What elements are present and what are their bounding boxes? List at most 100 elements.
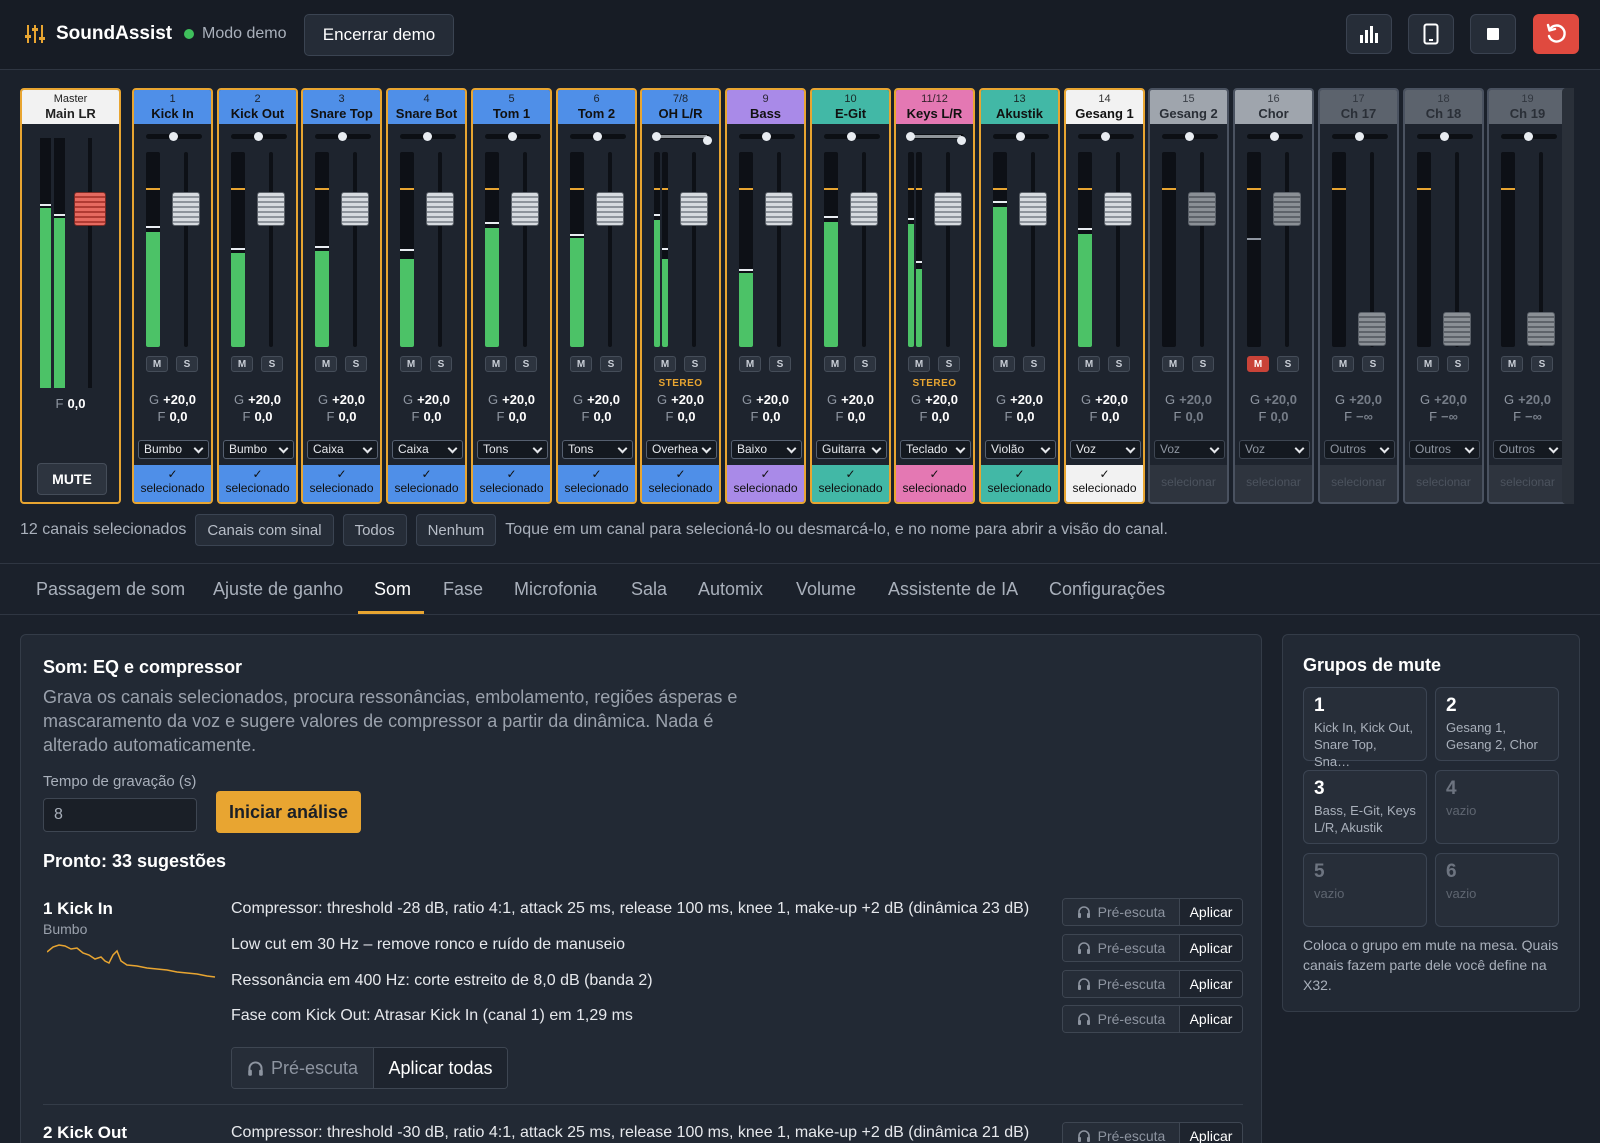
channel-strip[interactable]: 4 Snare Bot M S G +20,0 F 0,0 Caixa ✓ selec… — [386, 88, 467, 504]
tab-automix[interactable]: Automix — [698, 564, 763, 614]
tab-passagem-de-som[interactable]: Passagem de som — [36, 564, 185, 614]
channel-header[interactable]: 2 Kick Out — [219, 90, 296, 124]
solo-button[interactable]: S — [515, 356, 537, 372]
start-analysis-button[interactable]: Iniciar análise — [216, 791, 361, 833]
channel-header[interactable]: 11/12 Keys L/R — [896, 90, 973, 124]
solo-button[interactable]: S — [769, 356, 791, 372]
solo-button[interactable]: S — [1108, 356, 1130, 372]
category-select[interactable]: Outros — [1409, 440, 1480, 459]
tab-som[interactable]: Som — [358, 564, 424, 614]
prelisten-button[interactable]: Pré-escuta — [1063, 899, 1180, 925]
pan-control[interactable] — [231, 132, 287, 141]
tab-volume[interactable]: Volume — [796, 564, 856, 614]
tab-fase[interactable]: Fase — [443, 564, 483, 614]
solo-button[interactable]: S — [1192, 356, 1214, 372]
master-fader-cap[interactable] — [74, 192, 106, 226]
selected-toggle[interactable]: ✓ selecionado — [642, 465, 719, 502]
channel-strip[interactable]: 10 E-Git M S G +20,0 F 0,0 Guitarra ✓ selec… — [810, 88, 891, 504]
select-toggle[interactable]: selecionar — [1405, 465, 1482, 502]
channel-strip[interactable]: 9 Bass M S G +20,0 F 0,0 Baixo ✓ selecionad… — [725, 88, 806, 504]
prelisten-button[interactable]: Pré-escuta — [1063, 971, 1180, 997]
fader-cap[interactable] — [596, 192, 624, 226]
selected-toggle[interactable]: ✓ selecionado — [388, 465, 465, 502]
selected-toggle[interactable]: ✓ selecionado — [558, 465, 635, 502]
pan-control[interactable] — [1162, 132, 1218, 141]
category-select[interactable]: Overhea — [646, 440, 717, 459]
master-mute-button[interactable]: MUTE — [37, 463, 107, 495]
category-select[interactable]: Bumbo — [138, 440, 209, 459]
selected-toggle[interactable]: ✓ selecionado — [1066, 465, 1143, 502]
category-select[interactable]: Baixo — [731, 440, 802, 459]
channel-header[interactable]: 4 Snare Bot — [388, 90, 465, 124]
fader-cap[interactable] — [765, 192, 793, 226]
channel-header[interactable]: 13 Akustik — [981, 90, 1058, 124]
meters-button[interactable] — [1346, 14, 1392, 54]
solo-button[interactable]: S — [600, 356, 622, 372]
mute-group-6[interactable]: 6 vazio — [1435, 853, 1559, 927]
channel-header[interactable]: 5 Tom 1 — [473, 90, 550, 124]
solo-button[interactable]: S — [1277, 356, 1299, 372]
channel-header[interactable]: 1 Kick In — [134, 90, 211, 124]
solo-button[interactable]: S — [1023, 356, 1045, 372]
category-select[interactable]: Tons — [477, 440, 548, 459]
pan-control[interactable] — [1417, 132, 1473, 141]
tab-configuracoes[interactable]: Configurações — [1049, 564, 1165, 614]
master-strip[interactable]: Master Main LR F 0,0 MUTE — [20, 88, 121, 504]
pan-control[interactable] — [993, 132, 1049, 141]
category-select[interactable]: Bumbo — [223, 440, 294, 459]
mute-button[interactable]: M — [1332, 356, 1354, 372]
category-select[interactable]: Tons — [562, 440, 633, 459]
pan-control[interactable] — [146, 132, 202, 141]
selected-toggle[interactable]: ✓ selecionado — [896, 465, 973, 502]
selected-toggle[interactable]: ✓ selecionado — [303, 465, 380, 502]
fader-cap[interactable] — [511, 192, 539, 226]
channel-strip[interactable]: 17 Ch 17 M S G +20,0 F −∞ Outros seleciona… — [1318, 88, 1399, 504]
category-select[interactable]: Voz — [1154, 440, 1225, 459]
channel-header[interactable]: 15 Gesang 2 — [1150, 90, 1227, 124]
channel-header[interactable]: 7/8 OH L/R — [642, 90, 719, 124]
mute-button[interactable]: M — [485, 356, 507, 372]
mute-button[interactable]: M — [1247, 356, 1269, 372]
selected-toggle[interactable]: ✓ selecionado — [727, 465, 804, 502]
stereo-width-control[interactable] — [652, 132, 712, 145]
fader-cap[interactable] — [934, 192, 962, 226]
mute-button[interactable]: M — [1078, 356, 1100, 372]
stereo-width-control[interactable] — [906, 132, 966, 145]
channel-strip[interactable]: 18 Ch 18 M S G +20,0 F −∞ Outros seleciona… — [1403, 88, 1484, 504]
tab-ajuste-de-ganho[interactable]: Ajuste de ganho — [213, 564, 343, 614]
selected-toggle[interactable]: ✓ selecionado — [473, 465, 550, 502]
fader-cap[interactable] — [1527, 312, 1555, 346]
solo-button[interactable]: S — [261, 356, 283, 372]
fader-cap[interactable] — [680, 192, 708, 226]
fader-cap[interactable] — [257, 192, 285, 226]
category-select[interactable]: Caixa — [392, 440, 463, 459]
mute-button[interactable]: M — [908, 356, 930, 372]
mute-button[interactable]: M — [1501, 356, 1523, 372]
category-select[interactable]: Violão — [985, 440, 1056, 459]
apply-button[interactable]: Aplicar — [1180, 1123, 1242, 1143]
category-select[interactable]: Guitarra — [816, 440, 887, 459]
mute-button[interactable]: M — [400, 356, 422, 372]
channel-header[interactable]: 18 Ch 18 — [1405, 90, 1482, 124]
channel-strip[interactable]: 14 Gesang 1 M S G +20,0 F 0,0 Voz ✓ selecio… — [1064, 88, 1145, 504]
mute-button[interactable]: M — [654, 356, 676, 372]
reset-button[interactable] — [1533, 14, 1579, 54]
master-header[interactable]: Master Main LR — [22, 90, 119, 124]
pan-control[interactable] — [570, 132, 626, 141]
mute-button[interactable]: M — [231, 356, 253, 372]
mute-group-2[interactable]: 2 Gesang 1, Gesang 2, Chor — [1435, 687, 1559, 761]
pan-control[interactable] — [315, 132, 371, 141]
channel-strip[interactable]: 7/8 OH L/R M S STEREO G +20,0 F 0,0 Overhe… — [640, 88, 721, 504]
apply-button[interactable]: Aplicar — [1180, 1006, 1242, 1032]
fader-cap[interactable] — [1358, 312, 1386, 346]
channel-header[interactable]: 19 Ch 19 — [1489, 90, 1566, 124]
channel-header[interactable]: 17 Ch 17 — [1320, 90, 1397, 124]
pan-control[interactable] — [1078, 132, 1134, 141]
channel-strip[interactable]: 2 Kick Out M S G +20,0 F 0,0 Bumbo ✓ seleci… — [217, 88, 298, 504]
mute-group-4[interactable]: 4 vazio — [1435, 770, 1559, 844]
pan-control[interactable] — [739, 132, 795, 141]
channel-header[interactable]: 9 Bass — [727, 90, 804, 124]
prelisten-button[interactable]: Pré-escuta — [1063, 1006, 1180, 1032]
selected-toggle[interactable]: ✓ selecionado — [219, 465, 296, 502]
mute-group-3[interactable]: 3 Bass, E-Git, Keys L/R, Akustik — [1303, 770, 1427, 844]
